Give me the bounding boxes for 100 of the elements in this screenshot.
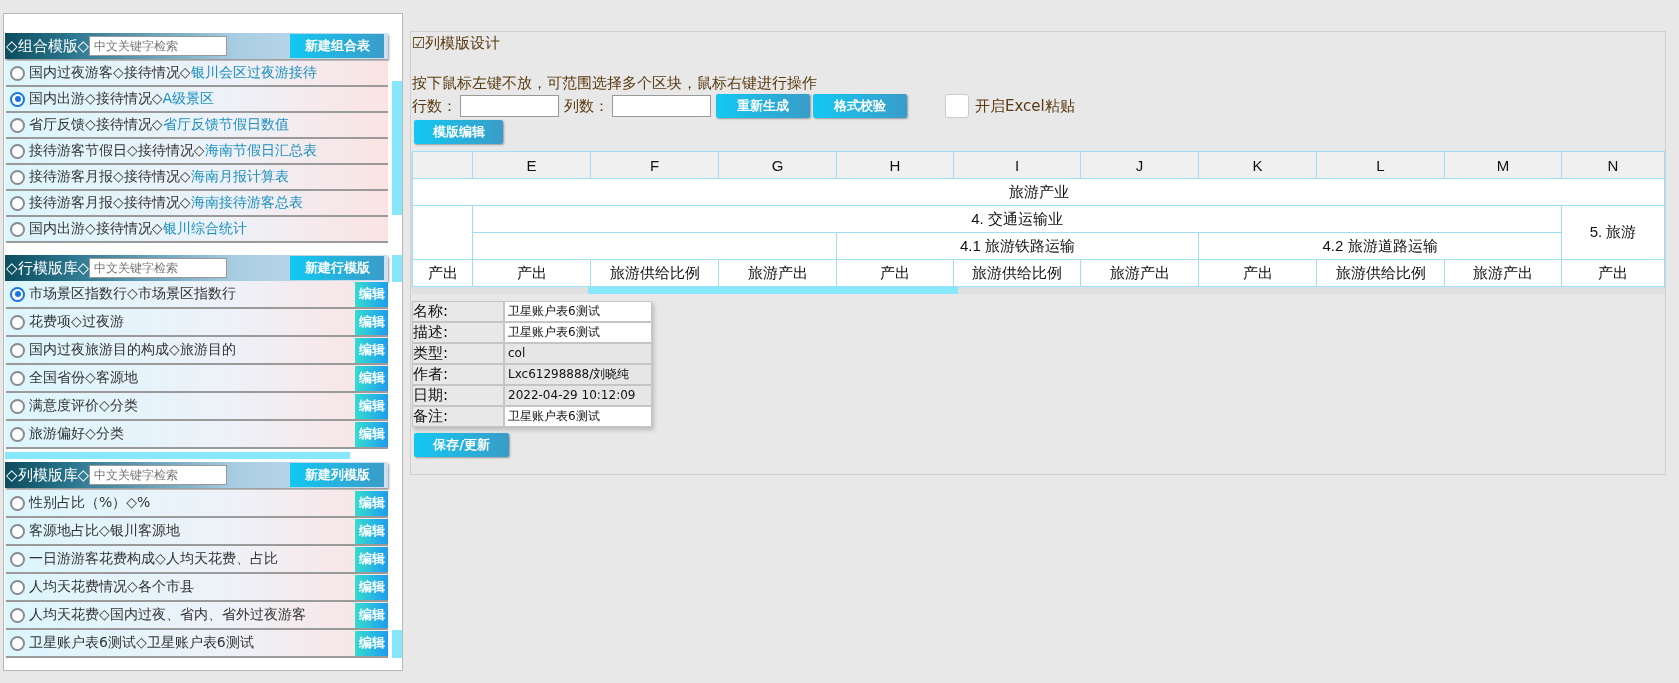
column-header[interactable]: F — [591, 152, 719, 179]
info-field[interactable]: 卫星账户表6测试 — [505, 407, 651, 426]
info-value: Lxc61298888/刘晓纯 — [505, 365, 651, 384]
radio-button[interactable] — [10, 286, 25, 302]
info-label: 日期: — [413, 386, 503, 405]
info-label: 类型: — [413, 344, 503, 363]
template-item[interactable]: 满意度评价◇分类 编辑 — [5, 393, 388, 419]
column-header[interactable]: M — [1445, 152, 1562, 179]
columns-input[interactable] — [612, 95, 711, 117]
grid-cell[interactable]: 产出 — [473, 260, 591, 287]
radio-button[interactable] — [10, 65, 25, 81]
scrollbar-thumb[interactable] — [392, 630, 402, 658]
template-item[interactable]: 国内出游◇接待情况◇银川综合统计 — [5, 217, 388, 241]
grid-cell[interactable]: 旅游产业 — [413, 179, 1665, 206]
grid-cell[interactable]: 产出 — [1562, 260, 1665, 287]
radio-button[interactable] — [10, 91, 25, 107]
item-label: 花费项◇过夜游 — [29, 313, 124, 331]
radio-button[interactable] — [10, 221, 25, 237]
scrollbar-thumb[interactable] — [5, 452, 350, 459]
checkbox[interactable] — [945, 94, 969, 118]
column-header[interactable]: E — [473, 152, 591, 179]
scrollbar-thumb[interactable] — [392, 255, 402, 282]
grid-cell[interactable]: 4.2 旅游道路运输 — [1199, 233, 1562, 260]
radio-button[interactable] — [10, 342, 25, 358]
radio-button[interactable] — [10, 117, 25, 133]
template-item[interactable]: 一日游游客花费构成◇人均天花费、占比 编辑 — [5, 546, 388, 572]
grid-cell[interactable]: 5. 旅游 — [1562, 206, 1665, 260]
item-label: 人均天花费情况◇各个市县 — [29, 578, 194, 596]
search-field[interactable]: 中文关键字检索 — [89, 465, 228, 485]
grid-cell[interactable]: 4.1 旅游铁路运输 — [837, 233, 1199, 260]
grid-cell[interactable] — [413, 206, 473, 260]
info-value: col — [505, 344, 651, 363]
item-label: 市场景区指数行◇市场景区指数行 — [29, 285, 236, 303]
template-item[interactable]: 接待游客月报◇接待情况◇海南月报计算表 — [5, 165, 388, 189]
radio-button[interactable] — [10, 143, 25, 159]
grid-cell[interactable]: 旅游供给比例 — [591, 260, 719, 287]
radio-button[interactable] — [10, 523, 25, 539]
instruction-text: 按下鼠标左键不放，可范围选择多个区块，鼠标右键进行操作 — [412, 74, 818, 93]
radio-button[interactable] — [10, 635, 25, 651]
column-header[interactable]: G — [719, 152, 837, 179]
column-header[interactable]: H — [837, 152, 954, 179]
radio-button[interactable] — [10, 169, 25, 185]
template-item[interactable]: 国内出游◇接待情况◇A级景区 — [5, 87, 388, 111]
scrollbar-thumb[interactable] — [588, 287, 958, 294]
radio-button[interactable] — [10, 195, 25, 211]
column-header[interactable]: N — [1562, 152, 1665, 179]
template-item[interactable]: 人均天花费◇国内过夜、省内、省外过夜游客 编辑 — [5, 602, 388, 628]
radio-button[interactable] — [10, 551, 25, 567]
grid-cell[interactable]: 旅游供给比例 — [1317, 260, 1445, 287]
template-item[interactable]: 接待游客节假日◇接待情况◇海南节假日汇总表 — [5, 139, 388, 163]
scrollbar-thumb[interactable] — [392, 81, 402, 215]
radio-button[interactable] — [10, 495, 25, 511]
template-item[interactable]: 国内过夜旅游目的构成◇旅游目的 编辑 — [5, 337, 388, 363]
template-item[interactable]: 省厅反馈◇接待情况◇省厅反馈节假日数值 — [5, 113, 388, 137]
radio-button[interactable] — [10, 579, 25, 595]
info-label: 备注: — [413, 407, 503, 426]
info-field[interactable]: 卫星账户表6测试 — [505, 302, 651, 321]
template-item[interactable]: 全国省份◇客源地 编辑 — [5, 365, 388, 391]
item-label: 性别占比（%）◇% — [29, 494, 151, 512]
search-field[interactable]: 中文关键字检索 — [89, 36, 228, 56]
grid-cell[interactable]: 产出 — [837, 260, 954, 287]
item-label: 接待游客节假日◇接待情况◇ — [29, 142, 205, 160]
template-item[interactable]: 接待游客月报◇接待情况◇海南接待游客总表 — [5, 191, 388, 215]
grid-cell[interactable]: 旅游产出 — [719, 260, 837, 287]
column-header[interactable]: J — [1081, 152, 1199, 179]
radio-button[interactable] — [10, 314, 25, 330]
template-item[interactable]: 旅游偏好◇分类 编辑 — [5, 421, 388, 447]
section-title: ◇列模版库◇ — [5, 465, 90, 485]
template-item[interactable]: 国内过夜游客◇接待情况◇银川会区过夜游接待 — [5, 61, 388, 85]
item-label: 满意度评价◇分类 — [29, 397, 138, 415]
template-item[interactable]: 市场景区指数行◇市场景区指数行 编辑 — [5, 281, 388, 307]
item-label: 全国省份◇客源地 — [29, 369, 138, 387]
item-label: 国内过夜旅游目的构成◇旅游目的 — [29, 341, 236, 359]
grid-cell[interactable]: 产出 — [413, 260, 473, 287]
item-label: 省厅反馈◇接待情况◇ — [29, 116, 163, 134]
radio-button[interactable] — [10, 398, 25, 414]
grid-cell[interactable]: 旅游产出 — [1445, 260, 1562, 287]
grid-cell[interactable]: 4. 交通运输业 — [473, 206, 1562, 233]
info-field[interactable]: 卫星账户表6测试 — [505, 323, 651, 342]
grid-cell[interactable] — [473, 233, 837, 260]
radio-button[interactable] — [10, 370, 25, 386]
column-header[interactable]: I — [954, 152, 1081, 179]
template-item[interactable]: 花费项◇过夜游 编辑 — [5, 309, 388, 335]
template-item[interactable]: 人均天花费情况◇各个市县 编辑 — [5, 574, 388, 600]
radio-button[interactable] — [10, 607, 25, 623]
item-label: 客源地占比◇银川客源地 — [29, 522, 180, 540]
template-item[interactable]: 客源地占比◇银川客源地 编辑 — [5, 518, 388, 544]
info-label: 名称: — [413, 302, 503, 321]
rows-input[interactable] — [460, 95, 559, 117]
item-label: 国内过夜游客◇接待情况◇ — [29, 64, 191, 82]
grid-cell[interactable]: 旅游供给比例 — [954, 260, 1081, 287]
column-header[interactable]: L — [1317, 152, 1445, 179]
grid-cell[interactable]: 产出 — [1199, 260, 1317, 287]
radio-button[interactable] — [10, 426, 25, 442]
template-item[interactable]: 性别占比（%）◇% 编辑 — [5, 490, 388, 516]
section-title: ◇组合模版◇ — [5, 36, 90, 56]
grid-cell[interactable]: 旅游产出 — [1081, 260, 1199, 287]
column-header[interactable]: K — [1199, 152, 1317, 179]
template-item[interactable]: 卫星账户表6测试◇卫星账户表6测试 编辑 — [5, 630, 388, 656]
search-field[interactable]: 中文关键字检索 — [89, 258, 228, 278]
